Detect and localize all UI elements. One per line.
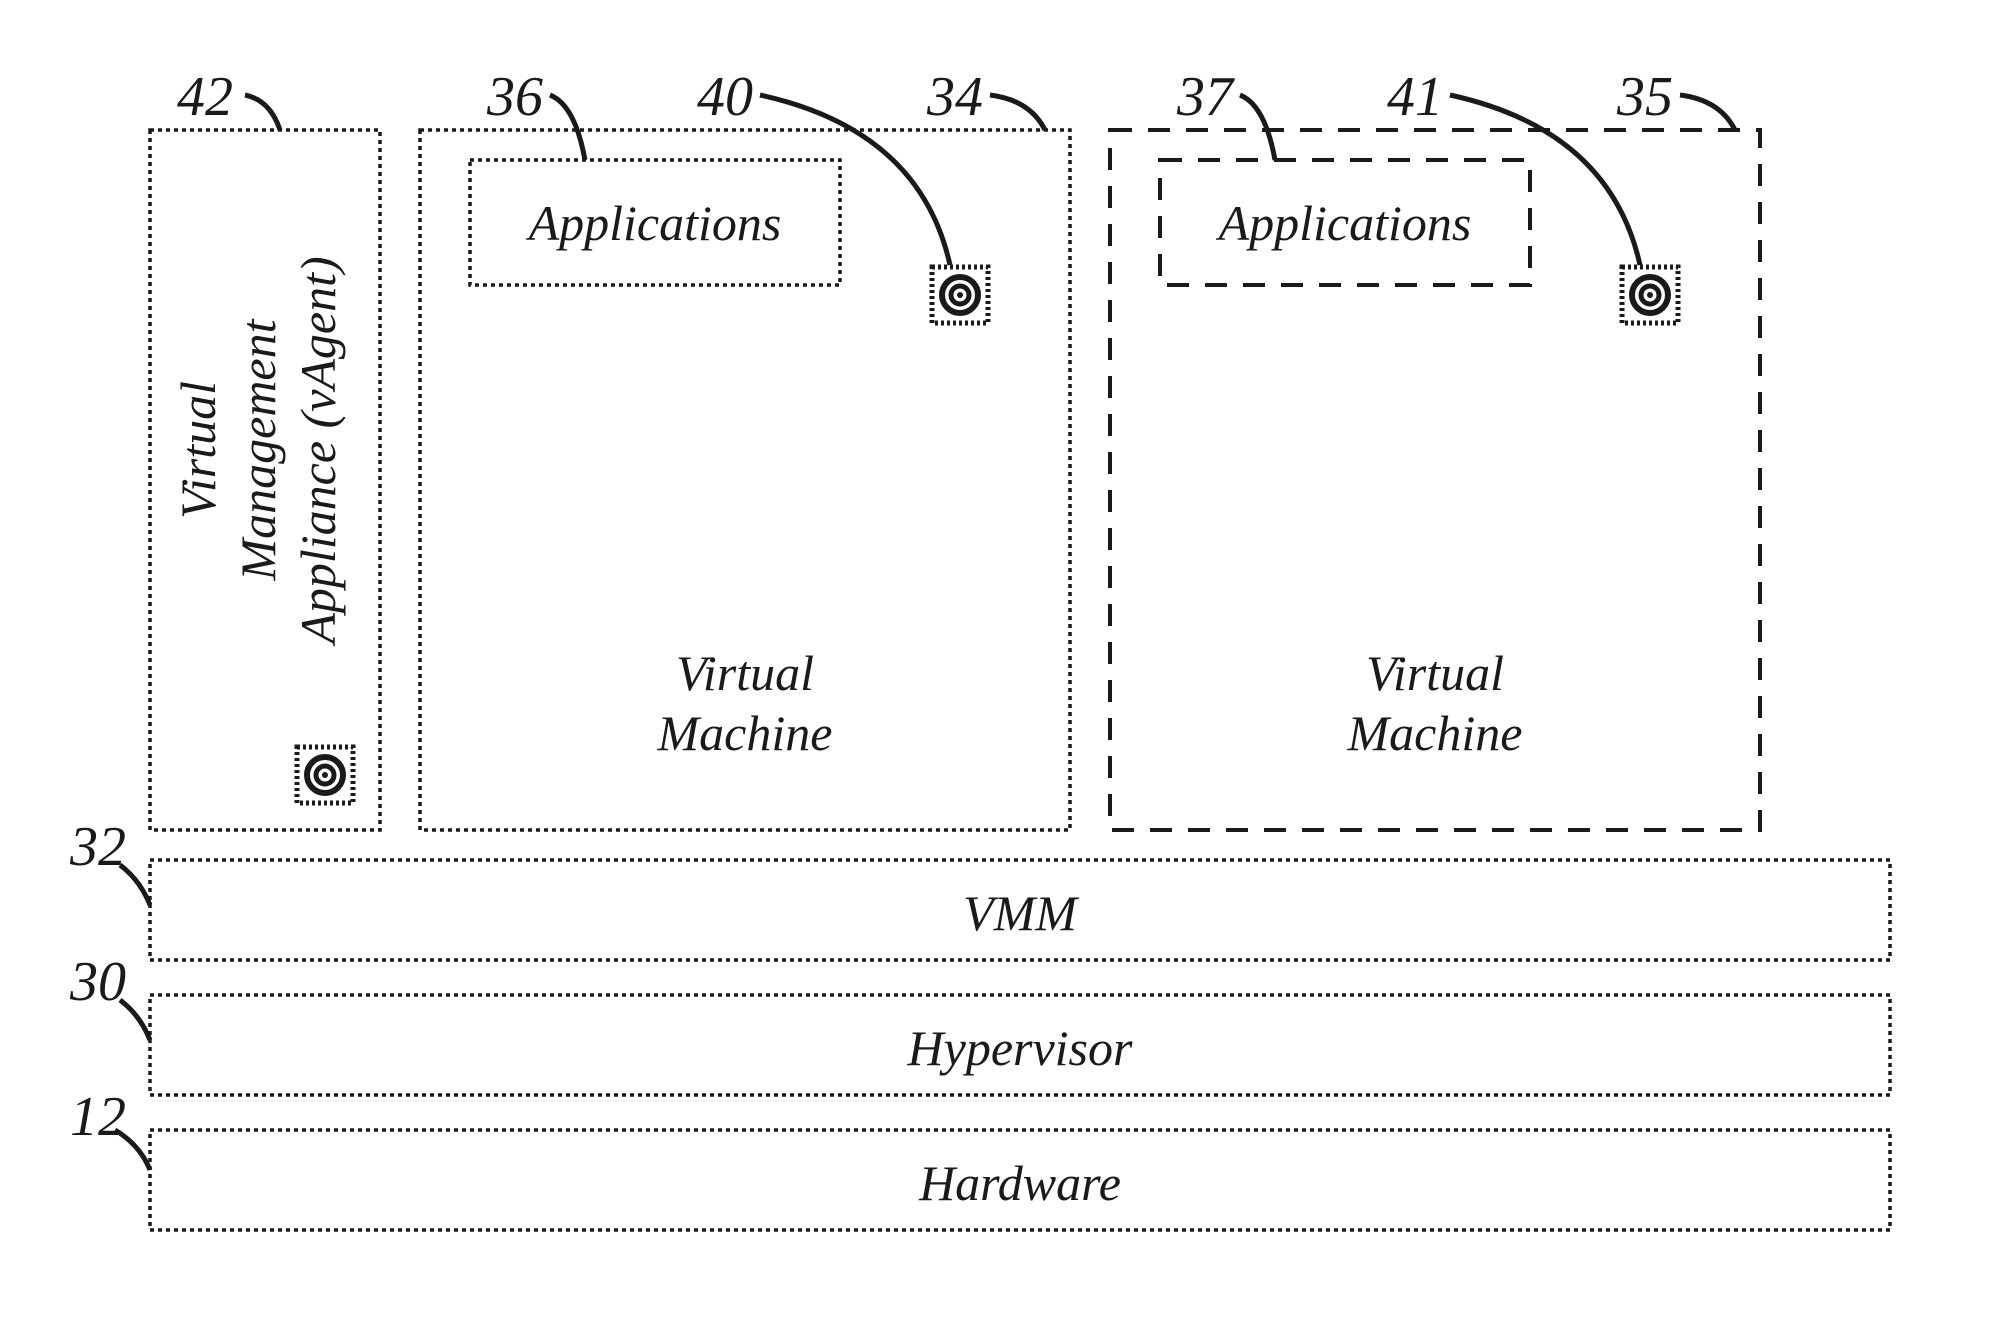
vm1-label-line1: Virtual <box>676 645 814 701</box>
leader-line <box>120 865 150 905</box>
hypervisor-layer: Hypervisor 30 <box>69 951 1890 1095</box>
agent-icon <box>297 747 353 803</box>
leader-line <box>245 95 280 130</box>
hypervisor-ref-number: 30 <box>69 951 126 1013</box>
leader-line <box>1680 95 1735 130</box>
hardware-ref-number: 12 <box>70 1086 126 1148</box>
vm2-block: Applications Virtual Machine 37 41 35 <box>1110 66 1760 830</box>
leader-line <box>990 95 1045 130</box>
vm1-agent-ref-number: 40 <box>697 66 753 128</box>
hypervisor-label: Hypervisor <box>907 1020 1133 1076</box>
leader-line <box>115 1130 150 1170</box>
vm2-label-line1: Virtual <box>1366 645 1504 701</box>
vagent-block: Virtual Management Appliance (vAgent) 42 <box>150 66 380 830</box>
hardware-layer: Hardware 12 <box>70 1086 1890 1230</box>
agent-icon <box>1622 267 1678 323</box>
vm2-box-ref-number: 35 <box>1616 66 1673 128</box>
vm1-block: Applications Virtual Machine 36 40 34 <box>420 66 1070 830</box>
vm1-box-ref-number: 34 <box>926 66 983 128</box>
vm1-label-line2: Machine <box>657 705 833 761</box>
vm2-applications-label: Applications <box>1216 195 1472 251</box>
leader-line <box>1450 95 1640 265</box>
vagent-line3: Appliance (vAgent) <box>290 256 346 646</box>
leader-line <box>760 95 950 265</box>
leader-line <box>1240 95 1275 160</box>
vmm-ref-number: 32 <box>69 816 126 878</box>
leader-line <box>550 95 585 160</box>
diagram-canvas: Hardware 12 Hypervisor 30 VMM 32 Virtual… <box>0 0 2006 1337</box>
vagent-ref-number: 42 <box>177 66 233 128</box>
hardware-label: Hardware <box>918 1155 1121 1211</box>
vm2-label-line2: Machine <box>1347 705 1523 761</box>
vm2-agent-ref-number: 41 <box>1387 66 1443 128</box>
vm2-app-ref-number: 37 <box>1176 66 1235 128</box>
leader-line <box>120 1000 150 1040</box>
vagent-line2: Management <box>230 318 286 581</box>
vm1-app-ref-number: 36 <box>486 66 543 128</box>
agent-icon <box>932 267 988 323</box>
vmm-label: VMM <box>963 885 1079 941</box>
vm1-applications-label: Applications <box>526 195 782 251</box>
vagent-line1: Virtual <box>170 381 226 519</box>
vmm-layer: VMM 32 <box>69 816 1890 960</box>
